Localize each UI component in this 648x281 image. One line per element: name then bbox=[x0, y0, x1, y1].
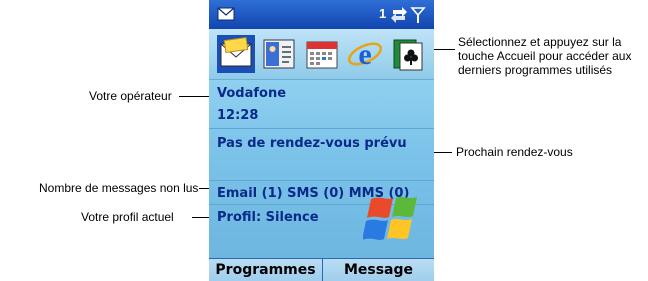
recent-app-internet-explorer[interactable]: e bbox=[346, 35, 384, 73]
clock-time: 12:28 bbox=[217, 108, 259, 123]
divider-2 bbox=[209, 180, 434, 181]
contacts-card-icon bbox=[263, 39, 295, 69]
softkey-bar: Programmes Message bbox=[209, 258, 434, 281]
today-screen: Vodafone 12:28 Pas de rendez-vous prévu … bbox=[209, 80, 434, 258]
leader-operator bbox=[179, 96, 211, 97]
calendar-icon bbox=[306, 41, 338, 69]
phone-screen: 1 e Vodafone 12:28 Pas de rendez-vous pr… bbox=[209, 0, 434, 281]
callout-recent-programs-line-1: Sélectionnez et appuyez sur la bbox=[458, 35, 622, 49]
recent-programs-bar: e bbox=[209, 29, 434, 80]
appointment-status[interactable]: Pas de rendez-vous prévu bbox=[217, 136, 407, 151]
callout-recent-programs-line-3: derniers programmes utilisés bbox=[458, 63, 613, 77]
softkey-programs[interactable]: Programmes bbox=[209, 259, 322, 281]
envelope-icon[interactable] bbox=[217, 7, 235, 21]
callout-recent-programs-line-2: touche Accueil pour accéder aux bbox=[458, 49, 632, 63]
internet-explorer-icon: e bbox=[347, 38, 383, 71]
connectivity-signal-icon[interactable] bbox=[390, 6, 428, 24]
recent-app-solitaire[interactable] bbox=[389, 35, 427, 73]
envelope-icon bbox=[220, 36, 252, 67]
profile-status[interactable]: Profil: Silence bbox=[217, 210, 319, 225]
divider-1 bbox=[209, 128, 434, 129]
callout-next-appointment: Prochain rendez-vous bbox=[456, 145, 573, 159]
recent-app-contacts[interactable] bbox=[260, 35, 298, 73]
svg-text:e: e bbox=[358, 38, 371, 71]
callout-recent-programs: Sélectionnez et appuyez sur la touche Ac… bbox=[458, 35, 631, 77]
callout-profile: Votre profil actuel bbox=[81, 210, 174, 224]
softkey-message[interactable]: Message bbox=[323, 259, 434, 281]
notification-count: 1 bbox=[379, 6, 387, 21]
recent-app-calendar[interactable] bbox=[303, 35, 341, 73]
callout-operator: Votre opérateur bbox=[89, 89, 172, 103]
solitaire-icon bbox=[393, 39, 423, 71]
operator-name: Vodafone bbox=[217, 86, 287, 101]
status-bar: 1 bbox=[209, 0, 434, 29]
leader-next-appointment bbox=[432, 152, 452, 153]
recent-app-messaging[interactable] bbox=[217, 35, 255, 73]
callout-unread-messages: Nombre de messages non lus bbox=[39, 181, 199, 195]
windows-logo-icon bbox=[363, 197, 417, 240]
